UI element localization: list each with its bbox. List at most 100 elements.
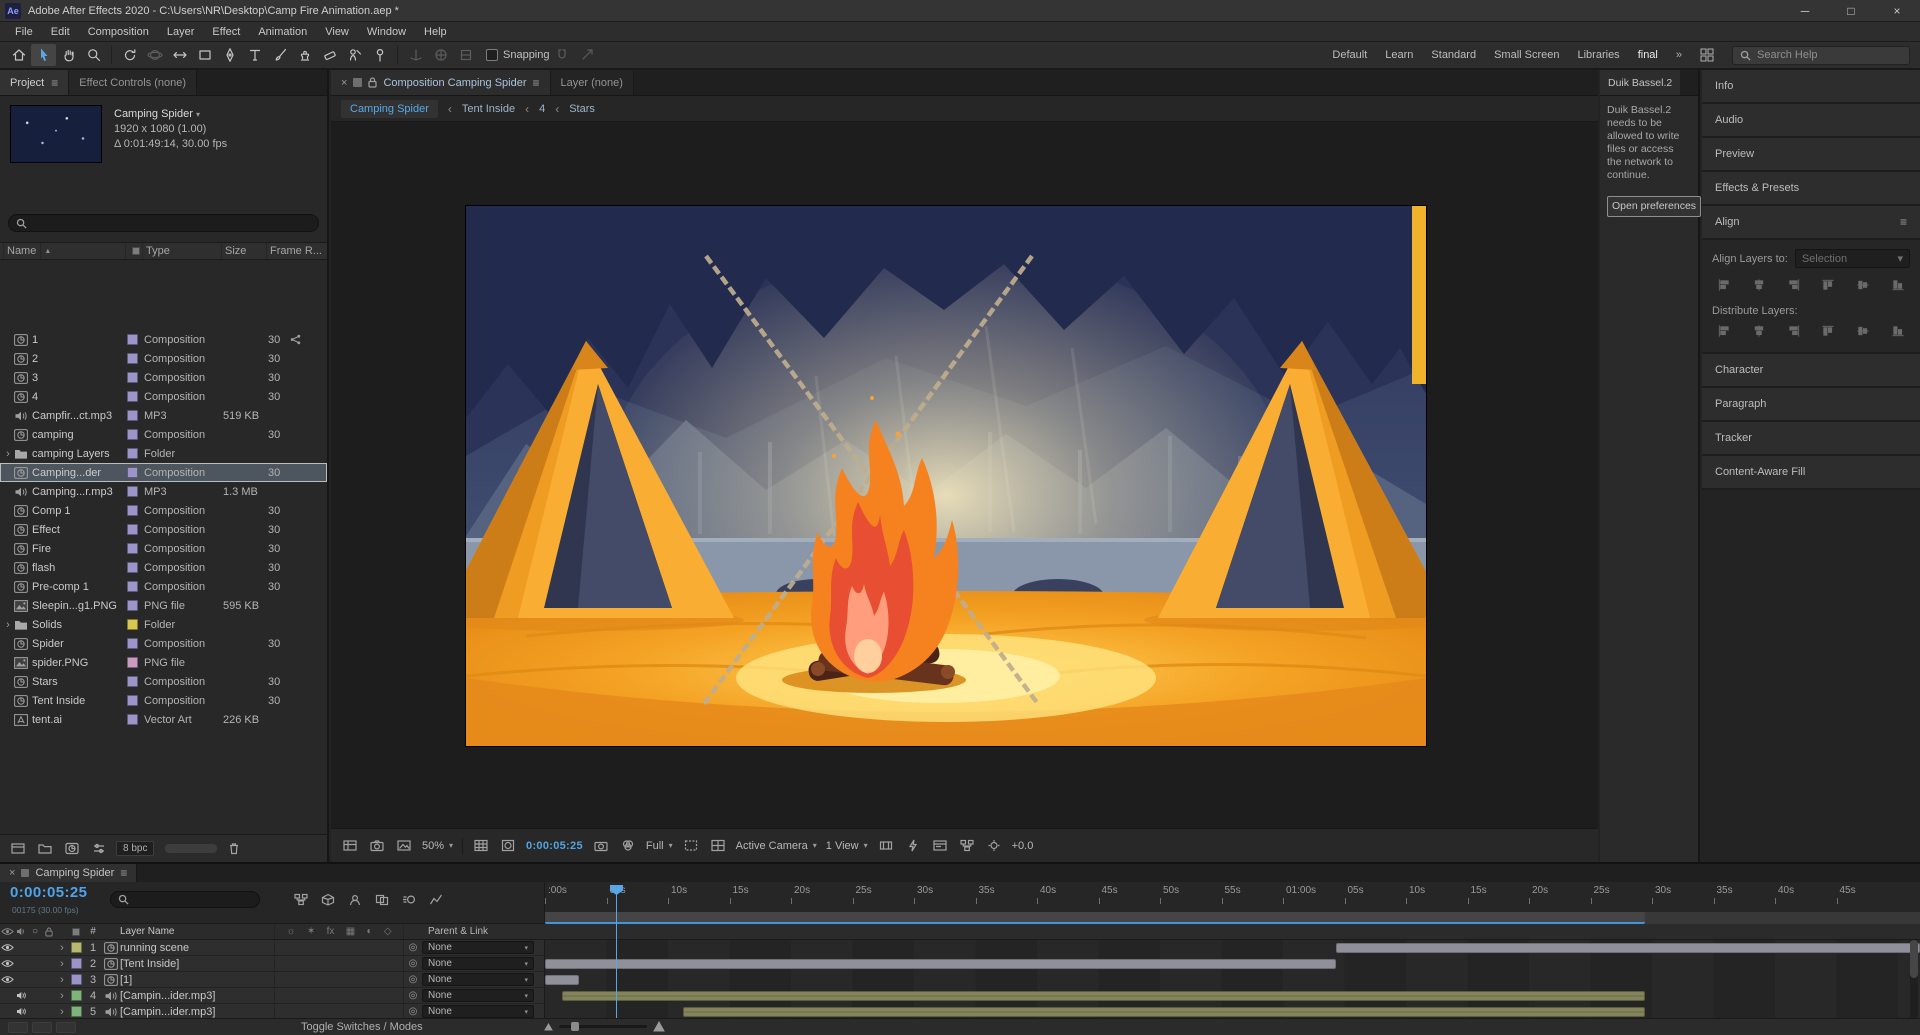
layer-duration-bar[interactable] bbox=[561, 991, 1645, 1001]
label-swatch[interactable] bbox=[127, 334, 144, 345]
label-swatch[interactable] bbox=[127, 562, 144, 573]
project-item-spider-png[interactable]: spider.PNG PNG file bbox=[0, 653, 327, 672]
flowchart-icon[interactable] bbox=[958, 838, 976, 854]
project-item-comp-1[interactable]: Comp 1 Composition 30 bbox=[0, 501, 327, 520]
panel-menu-icon[interactable]: ≡ bbox=[1900, 215, 1907, 229]
workspace-learn[interactable]: Learn bbox=[1385, 49, 1413, 61]
timeline-search-box[interactable] bbox=[110, 891, 260, 908]
label-swatch[interactable] bbox=[127, 505, 144, 516]
workspace-default[interactable]: Default bbox=[1332, 49, 1367, 61]
menu-effect[interactable]: Effect bbox=[203, 26, 249, 38]
draft-3d-icon[interactable] bbox=[319, 891, 337, 907]
label-swatch[interactable] bbox=[127, 448, 144, 459]
roto-brush-tool[interactable] bbox=[342, 44, 367, 66]
zoom-slider-thumb[interactable] bbox=[571, 1022, 579, 1031]
brush-tool[interactable] bbox=[267, 44, 292, 66]
orbit-camera-tool[interactable] bbox=[142, 44, 167, 66]
label-swatch[interactable] bbox=[127, 353, 144, 364]
video-column-icon[interactable] bbox=[0, 927, 14, 936]
project-item-pre-comp-1[interactable]: Pre-comp 1 Composition 30 bbox=[0, 577, 327, 596]
zoom-in-mountain-icon[interactable] bbox=[653, 1021, 665, 1032]
expand-arrow-icon[interactable]: › bbox=[56, 974, 68, 986]
workspace-libraries[interactable]: Libraries bbox=[1578, 49, 1620, 61]
label-swatch[interactable] bbox=[127, 657, 144, 668]
label-swatch[interactable] bbox=[127, 581, 144, 592]
project-item-effect[interactable]: Effect Composition 30 bbox=[0, 520, 327, 539]
toggle-switches-modes-button[interactable]: Toggle Switches / Modes bbox=[295, 1021, 429, 1033]
current-time-display[interactable]: 0:00:05:25 bbox=[10, 884, 87, 901]
chevron-down-icon[interactable]: ▾ bbox=[196, 110, 200, 119]
menu-file[interactable]: File bbox=[6, 26, 42, 38]
panel-align[interactable]: Align ≡ bbox=[1702, 206, 1920, 240]
label-swatch[interactable] bbox=[127, 391, 144, 402]
zoom-tool[interactable] bbox=[81, 44, 106, 66]
project-item-3[interactable]: 3 Composition 30 bbox=[0, 368, 327, 387]
color-depth-button[interactable]: 8 bpc bbox=[116, 841, 155, 856]
menu-composition[interactable]: Composition bbox=[79, 26, 158, 38]
layer-duration-bar[interactable] bbox=[545, 975, 580, 985]
align-right-button[interactable] bbox=[1785, 277, 1803, 293]
project-item-solids[interactable]: › Solids Folder bbox=[0, 615, 327, 634]
workspace-small-screen[interactable]: Small Screen bbox=[1494, 49, 1559, 61]
work-area-region[interactable] bbox=[545, 912, 1645, 924]
snapping-checkbox[interactable] bbox=[486, 49, 498, 61]
pan-behind-tool[interactable] bbox=[167, 44, 192, 66]
parent-dropdown[interactable]: None ▾ bbox=[422, 989, 534, 1002]
show-snapshot-icon[interactable] bbox=[395, 838, 413, 854]
maximize-button[interactable]: □ bbox=[1828, 0, 1874, 21]
expand-in-out-button[interactable] bbox=[56, 1022, 76, 1033]
lock-column-icon[interactable] bbox=[42, 927, 56, 937]
channel-icon[interactable] bbox=[619, 838, 637, 854]
align-top-button[interactable] bbox=[1819, 277, 1837, 293]
tab-effect-controls[interactable]: Effect Controls (none) bbox=[69, 70, 198, 95]
campfire-scene-image[interactable] bbox=[466, 206, 1426, 746]
resolution-dropdown[interactable]: Full ▾ bbox=[646, 840, 673, 852]
lock-icon[interactable] bbox=[368, 77, 378, 88]
layer-switches[interactable] bbox=[274, 956, 404, 971]
open-preferences-button[interactable]: Open preferences bbox=[1607, 196, 1702, 217]
project-item-spider[interactable]: Spider Composition 30 bbox=[0, 634, 327, 653]
solo-column-icon[interactable]: ○ bbox=[28, 926, 42, 937]
expand-arrow-icon[interactable]: › bbox=[56, 1006, 68, 1018]
new-folder-button[interactable] bbox=[35, 840, 55, 857]
timeline-zoom-control[interactable] bbox=[544, 1021, 665, 1032]
workspace-switcher-icon[interactable] bbox=[1700, 48, 1714, 62]
camera-dropdown[interactable]: Active Camera ▾ bbox=[736, 840, 817, 852]
project-item-tent-inside[interactable]: Tent Inside Composition 30 bbox=[0, 691, 327, 710]
layer-duration-bar[interactable] bbox=[682, 1007, 1645, 1017]
grid-guides-icon[interactable] bbox=[472, 838, 490, 854]
distribute-left-button[interactable] bbox=[1819, 323, 1837, 339]
expand-layer-switches-button[interactable] bbox=[8, 1022, 28, 1033]
menu-edit[interactable]: Edit bbox=[42, 26, 79, 38]
label-swatch[interactable] bbox=[127, 372, 144, 383]
layer-name[interactable]: [Campin...ider.mp3] bbox=[120, 990, 274, 1002]
tab-project[interactable]: Project ≡ bbox=[0, 70, 70, 95]
panel-menu-icon[interactable]: ≡ bbox=[533, 76, 540, 90]
align-v-center-button[interactable] bbox=[1854, 277, 1872, 293]
eraser-tool[interactable] bbox=[317, 44, 342, 66]
mask-visibility-icon[interactable] bbox=[499, 838, 517, 854]
parent-pickwhip-icon[interactable]: ◎ bbox=[404, 974, 422, 985]
panel-audio[interactable]: Audio bbox=[1702, 104, 1920, 138]
timeline-track-area[interactable] bbox=[544, 940, 1920, 1020]
label-swatch[interactable] bbox=[127, 543, 144, 554]
project-item-tent-ai[interactable]: tent.ai Vector Art 226 KB bbox=[0, 710, 327, 729]
panel-preview[interactable]: Preview bbox=[1702, 138, 1920, 172]
type-tool[interactable] bbox=[242, 44, 267, 66]
time-ruler[interactable]: :00s 05s 10s 15s 20s 25s 30s 35s 40s 45s 50s 55s 01:… bbox=[544, 882, 1920, 924]
audio-toggle[interactable] bbox=[14, 991, 28, 1000]
hand-tool[interactable] bbox=[56, 44, 81, 66]
distribute-v-center-button[interactable] bbox=[1750, 323, 1768, 339]
menu-view[interactable]: View bbox=[316, 26, 358, 38]
workspace-overflow-button[interactable]: » bbox=[1676, 49, 1682, 61]
view-layout-dropdown[interactable]: 1 View ▾ bbox=[826, 840, 868, 852]
transparency-grid-icon[interactable] bbox=[709, 838, 727, 854]
label-swatch[interactable] bbox=[127, 714, 144, 725]
workspace-final[interactable]: final bbox=[1638, 49, 1658, 61]
eye-toggle[interactable] bbox=[0, 959, 14, 968]
audio-toggle[interactable] bbox=[14, 1007, 28, 1016]
align-h-center-button[interactable] bbox=[1750, 277, 1768, 293]
selection-tool[interactable] bbox=[31, 44, 56, 66]
pixel-aspect-icon[interactable] bbox=[877, 838, 895, 854]
breadcrumb-4[interactable]: 4 bbox=[539, 103, 545, 115]
